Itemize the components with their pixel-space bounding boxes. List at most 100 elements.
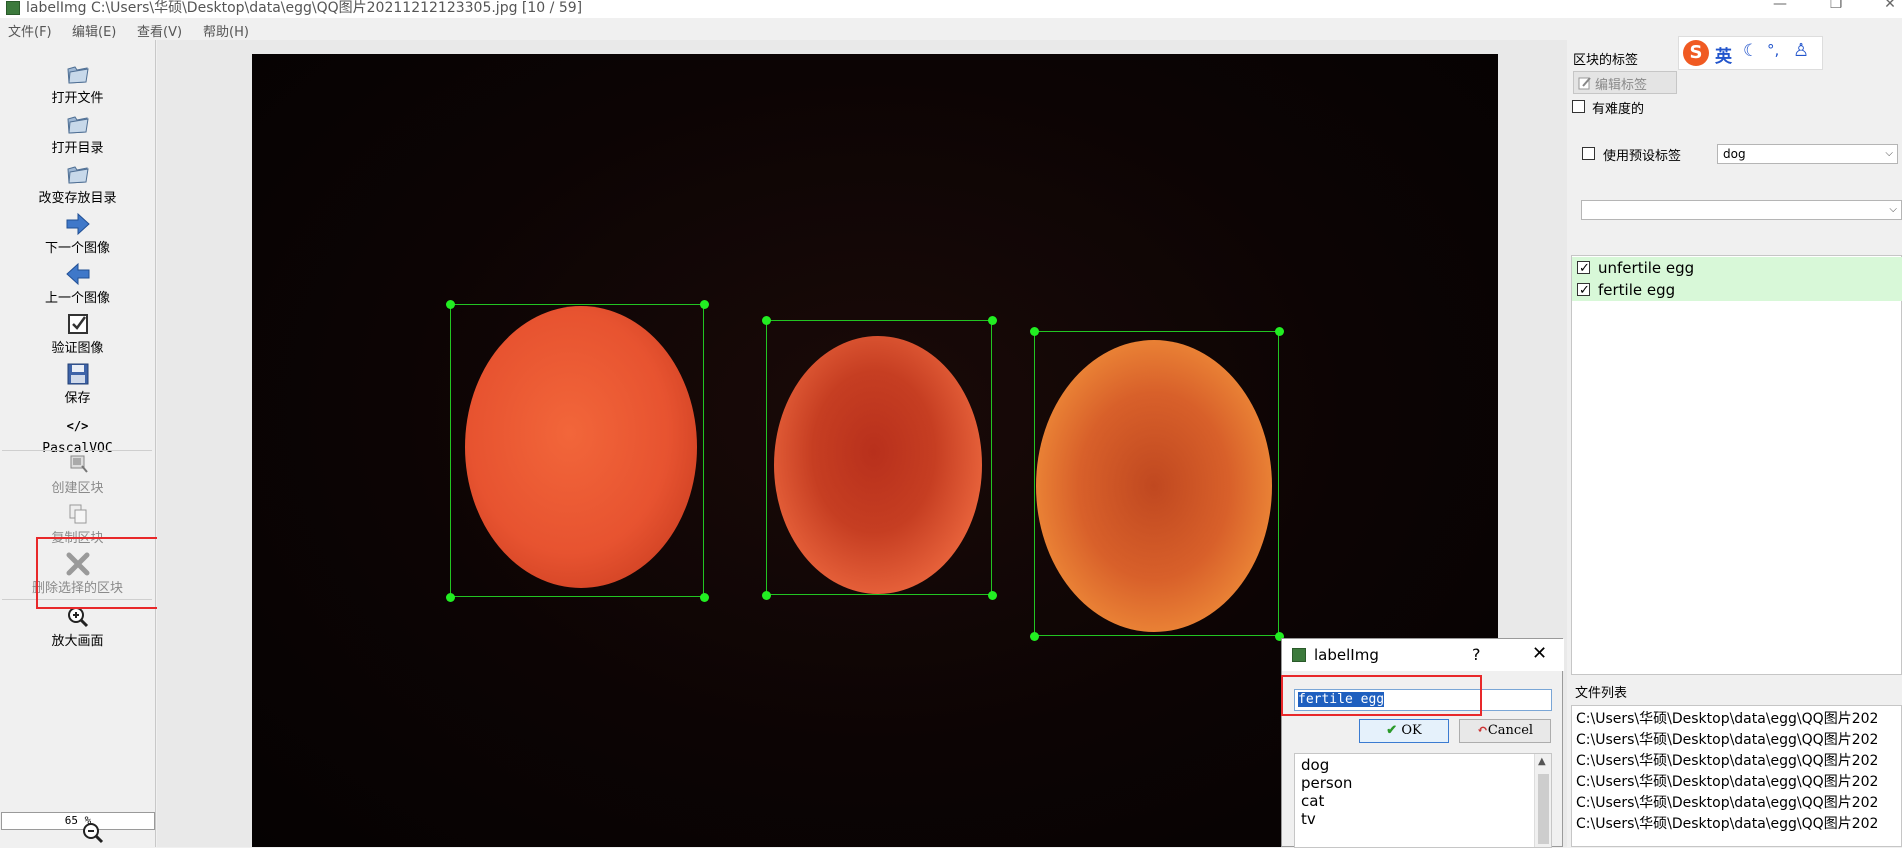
bbox-handle[interactable] bbox=[988, 316, 997, 325]
bbox-handle[interactable] bbox=[446, 300, 455, 309]
label-visible-checkbox[interactable] bbox=[1577, 280, 1590, 302]
edit-icon bbox=[1578, 77, 1591, 90]
label-text: fertile egg bbox=[1598, 281, 1676, 299]
app-icon bbox=[1292, 648, 1306, 662]
suggestion-item[interactable]: cat bbox=[1301, 792, 1324, 810]
prev-image-button[interactable]: 上一个图像 bbox=[0, 262, 155, 306]
suggestion-item[interactable]: dog bbox=[1301, 756, 1329, 774]
label-list-item[interactable]: fertile egg bbox=[1572, 279, 1902, 302]
undo-icon: ↶ bbox=[1476, 723, 1488, 738]
ime-mode[interactable]: 英 bbox=[1715, 42, 1732, 67]
scroll-up-icon[interactable]: ▲ bbox=[1538, 756, 1546, 767]
difficult-label: 有难度的 bbox=[1592, 102, 1645, 117]
verify-image-button[interactable]: 验证图像 bbox=[0, 312, 155, 356]
suggestion-item[interactable]: tv bbox=[1301, 810, 1316, 828]
zoom-out-icon[interactable] bbox=[80, 821, 106, 845]
label-visible-checkbox[interactable] bbox=[1577, 258, 1590, 280]
open-dir-label: 打开目录 bbox=[51, 141, 104, 156]
bbox-handle[interactable] bbox=[1030, 327, 1039, 336]
zoom-in-button[interactable]: 放大画面 bbox=[0, 605, 155, 649]
bbox-handle[interactable] bbox=[762, 591, 771, 600]
left-toolbar: 打开文件 打开目录 改变存放目录 下一个图像 上一个图像 验证图像 保存 </>… bbox=[0, 40, 156, 847]
create-box-button[interactable]: 创建区块 bbox=[0, 452, 155, 496]
label-filter-combo[interactable]: ⌵ bbox=[1581, 200, 1902, 220]
minimize-icon[interactable]: — bbox=[1770, 0, 1790, 12]
ok-label: OK bbox=[1401, 723, 1422, 738]
file-list-item[interactable]: C:\Users\华硕\Desktop\data\egg\QQ图片202 bbox=[1576, 729, 1878, 749]
restore-icon[interactable]: ❐ bbox=[1826, 0, 1846, 12]
bbox-handle[interactable] bbox=[446, 593, 455, 602]
code-icon: </> bbox=[66, 419, 89, 433]
default-label-select[interactable]: dog ⌵ bbox=[1717, 144, 1898, 164]
label-list-item[interactable]: unfertile egg bbox=[1572, 257, 1902, 280]
change-save-dir-button[interactable]: 改变存放目录 bbox=[0, 162, 155, 206]
menu-edit[interactable]: 编辑(E) bbox=[72, 21, 116, 40]
close-icon[interactable]: ✕ bbox=[1880, 0, 1900, 12]
use-default-label-text: 使用预设标签 bbox=[1603, 149, 1682, 164]
menu-view[interactable]: 查看(V) bbox=[137, 21, 182, 40]
app-icon bbox=[6, 1, 20, 15]
help-icon[interactable]: ? bbox=[1472, 645, 1481, 664]
open-file-label: 打开文件 bbox=[51, 91, 104, 106]
file-list-item[interactable]: C:\Users\华硕\Desktop\data\egg\QQ图片202 bbox=[1576, 708, 1878, 728]
create-box-icon bbox=[70, 455, 88, 473]
close-icon[interactable]: ✕ bbox=[1532, 643, 1547, 664]
label-text: unfertile egg bbox=[1598, 259, 1695, 277]
menu-help[interactable]: 帮助(H) bbox=[203, 21, 249, 40]
label-list[interactable]: unfertile egg fertile egg bbox=[1571, 255, 1902, 675]
next-image-label: 下一个图像 bbox=[44, 241, 110, 256]
bbox-fertile-egg[interactable] bbox=[1034, 331, 1279, 636]
dialog-title: labelImg bbox=[1314, 646, 1379, 664]
change-save-dir-label: 改变存放目录 bbox=[38, 191, 117, 206]
zoom-in-label: 放大画面 bbox=[51, 634, 104, 649]
bbox-handle[interactable] bbox=[700, 593, 709, 602]
scrollbar[interactable]: ▲ bbox=[1534, 754, 1551, 847]
user-icon[interactable]: ♙ bbox=[1793, 40, 1809, 61]
open-file-button[interactable]: 打开文件 bbox=[0, 62, 155, 106]
chevron-down-icon: ⌵ bbox=[1885, 148, 1893, 159]
toolbar-divider bbox=[2, 450, 152, 451]
bbox-handle[interactable] bbox=[1030, 632, 1039, 641]
label-suggestion-list[interactable]: dog person cat tv ▲ bbox=[1294, 753, 1552, 848]
difficult-checkbox[interactable] bbox=[1572, 100, 1585, 113]
use-default-label-checkbox[interactable] bbox=[1582, 147, 1595, 160]
open-dir-button[interactable]: 打开目录 bbox=[0, 112, 155, 156]
chevron-down-icon: ⌵ bbox=[1889, 204, 1897, 215]
zoom-level-spinbox[interactable]: 65 % bbox=[1, 812, 155, 830]
edit-label-button[interactable]: 编辑标签 bbox=[1573, 71, 1677, 94]
ime-toolbar[interactable]: S 英 ☾ °, ♙ bbox=[1678, 36, 1823, 70]
menu-bar: 文件(F) 编辑(E) 查看(V) 帮助(H) bbox=[0, 20, 1902, 40]
bbox-handle[interactable] bbox=[1275, 327, 1284, 336]
scroll-thumb[interactable] bbox=[1538, 774, 1549, 844]
menu-file[interactable]: 文件(F) bbox=[8, 21, 52, 40]
check-icon: ✔ bbox=[1386, 723, 1398, 738]
file-list[interactable]: C:\Users\华硕\Desktop\data\egg\QQ图片202 C:\… bbox=[1571, 705, 1902, 847]
bbox-handle[interactable] bbox=[988, 591, 997, 600]
bbox-handle[interactable] bbox=[700, 300, 709, 309]
bbox-unfertile-egg-1[interactable] bbox=[450, 304, 704, 597]
file-list-item[interactable]: C:\Users\华硕\Desktop\data\egg\QQ图片202 bbox=[1576, 750, 1878, 770]
file-list-item[interactable]: C:\Users\华硕\Desktop\data\egg\QQ图片202 bbox=[1576, 771, 1878, 791]
label-dialog: labelImg ? ✕ fertile egg ✔ OK ↶Cancel do… bbox=[1281, 638, 1564, 848]
label-input-highlight bbox=[1281, 675, 1482, 716]
cancel-button[interactable]: ↶Cancel bbox=[1459, 719, 1551, 743]
ok-button[interactable]: ✔ OK bbox=[1359, 719, 1449, 743]
ime-logo: S bbox=[1683, 40, 1709, 66]
prev-image-label: 上一个图像 bbox=[44, 291, 110, 306]
folder-icon bbox=[66, 166, 89, 184]
punctuation-icon[interactable]: °, bbox=[1767, 41, 1779, 59]
bbox-unfertile-egg-2[interactable] bbox=[766, 320, 992, 595]
create-box-label: 创建区块 bbox=[51, 481, 104, 496]
moon-icon[interactable]: ☾ bbox=[1743, 41, 1758, 61]
suggestion-item[interactable]: person bbox=[1301, 774, 1352, 792]
folder-icon bbox=[66, 116, 89, 134]
checkbox-icon bbox=[67, 314, 88, 334]
save-button[interactable]: 保存 bbox=[0, 362, 155, 406]
cancel-label: Cancel bbox=[1487, 723, 1534, 738]
next-image-button[interactable]: 下一个图像 bbox=[0, 212, 155, 256]
copy-icon bbox=[69, 504, 86, 524]
save-label: 保存 bbox=[64, 391, 91, 406]
bbox-handle[interactable] bbox=[762, 316, 771, 325]
file-list-item[interactable]: C:\Users\华硕\Desktop\data\egg\QQ图片202 bbox=[1576, 792, 1878, 812]
file-list-item[interactable]: C:\Users\华硕\Desktop\data\egg\QQ图片202 bbox=[1576, 813, 1878, 833]
